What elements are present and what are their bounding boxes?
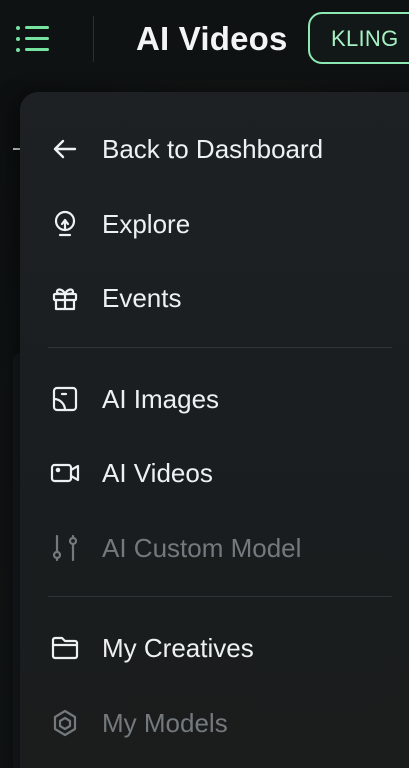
menu-item-label: My Creatives xyxy=(102,633,254,663)
menu-item-label: Back to Dashboard xyxy=(102,134,324,164)
folder-icon xyxy=(48,631,82,665)
menu-item-events[interactable]: Events xyxy=(48,273,408,323)
top-header: AI Videos KLING xyxy=(0,0,409,80)
menu-separator xyxy=(48,596,392,597)
menu-separator xyxy=(48,347,392,348)
underlay-dash xyxy=(13,148,20,150)
hamburger-menu-icon[interactable] xyxy=(16,24,50,54)
video-camera-icon xyxy=(48,456,82,490)
kling-brand-button[interactable]: KLING xyxy=(308,12,409,64)
menu-row xyxy=(16,37,50,41)
menu-item-ai-videos[interactable]: AI Videos xyxy=(48,448,408,498)
arrow-left-icon xyxy=(48,132,82,166)
navigation-drawer: Back to Dashboard Explore Events AI Imag… xyxy=(20,92,409,768)
brand-chip-label: KLING xyxy=(331,26,399,51)
menu-item-label: AI Images xyxy=(102,384,220,414)
menu-item-my-models[interactable]: My Models xyxy=(48,698,408,748)
hexagon-cube-icon xyxy=(48,706,82,740)
menu-item-label: My Models xyxy=(102,708,228,738)
page-title: AI Videos xyxy=(136,20,288,57)
app-page: AI Videos KLING Back to Dashboard Explor… xyxy=(0,0,409,768)
header-divider xyxy=(93,16,94,62)
menu-item-ai-custom-model[interactable]: AI Custom Model xyxy=(48,523,408,573)
sliders-icon xyxy=(48,531,82,565)
menu-item-label: Explore xyxy=(102,209,191,239)
menu-item-label: Events xyxy=(102,283,182,313)
menu-item-back-to-dashboard[interactable]: Back to Dashboard xyxy=(48,124,408,174)
menu-row xyxy=(16,48,50,52)
gift-icon xyxy=(48,281,82,315)
menu-item-label: AI Videos xyxy=(102,458,213,488)
menu-item-my-creatives[interactable]: My Creatives xyxy=(48,623,408,673)
menu-item-ai-images[interactable]: AI Images xyxy=(48,374,408,424)
menu-item-label: AI Custom Model xyxy=(102,533,302,563)
menu-row xyxy=(16,26,50,30)
lightbulb-icon xyxy=(48,207,82,241)
menu-item-explore[interactable]: Explore xyxy=(48,199,408,249)
image-icon xyxy=(48,382,82,416)
